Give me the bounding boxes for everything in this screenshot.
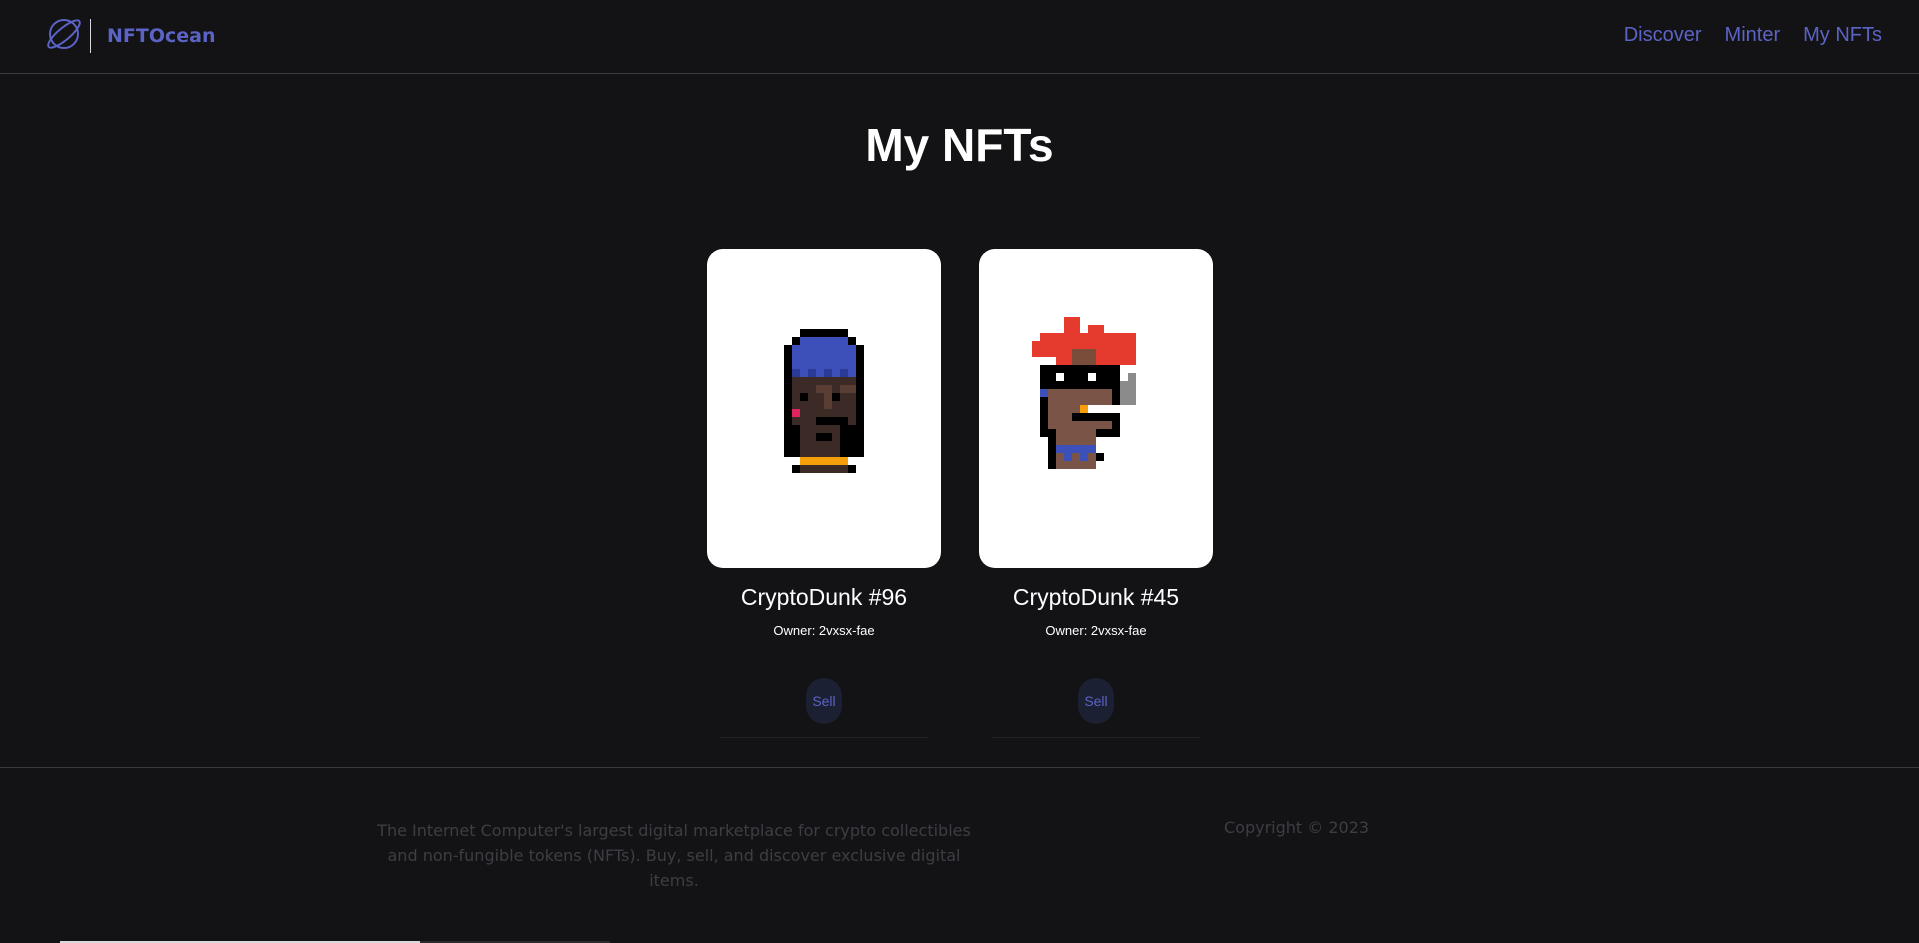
sell-button[interactable]: Sell [806, 678, 842, 724]
nft-card[interactable]: CryptoDunk #96 Owner: 2vxsx-fae Sell [707, 249, 941, 738]
nav-minter[interactable]: Minter [1725, 24, 1781, 47]
nft-name: CryptoDunk #45 [1012, 584, 1180, 610]
footer: The Internet Computer's largest digital … [0, 767, 1919, 943]
logo-divider [90, 19, 91, 53]
footer-description: The Internet Computer's largest digital … [377, 821, 971, 890]
nft-card[interactable]: CryptoDunk #45 Owner: 2vxsx-fae Sell [979, 249, 1213, 738]
pixel-avatar-blue-beanie [784, 328, 864, 473]
sell-area: Sell [719, 678, 929, 738]
nft-image[interactable] [707, 249, 941, 568]
nft-owner: Owner: 2vxsx-fae [1045, 623, 1147, 638]
sell-button[interactable]: Sell [1078, 678, 1114, 724]
planet-icon [44, 14, 84, 59]
footer-copyright: Copyright © 2023 [1224, 818, 1370, 837]
nav-my-nfts[interactable]: My NFTs [1803, 24, 1882, 47]
page-title: My NFTs [865, 119, 1054, 171]
nft-image[interactable] [979, 249, 1213, 568]
pixel-avatar-red-hair [1032, 316, 1136, 469]
main-nav: Discover Minter My NFTs [1624, 24, 1882, 47]
sell-area: Sell [991, 678, 1201, 738]
top-header: NFTOcean Discover Minter My NFTs [0, 0, 1919, 74]
nav-discover[interactable]: Discover [1624, 24, 1702, 47]
nft-name: CryptoDunk #96 [740, 584, 908, 610]
nft-owner: Owner: 2vxsx-fae [773, 623, 875, 638]
brand-name[interactable]: NFTOcean [107, 25, 216, 47]
brand-logo[interactable]: NFTOcean [44, 16, 216, 56]
